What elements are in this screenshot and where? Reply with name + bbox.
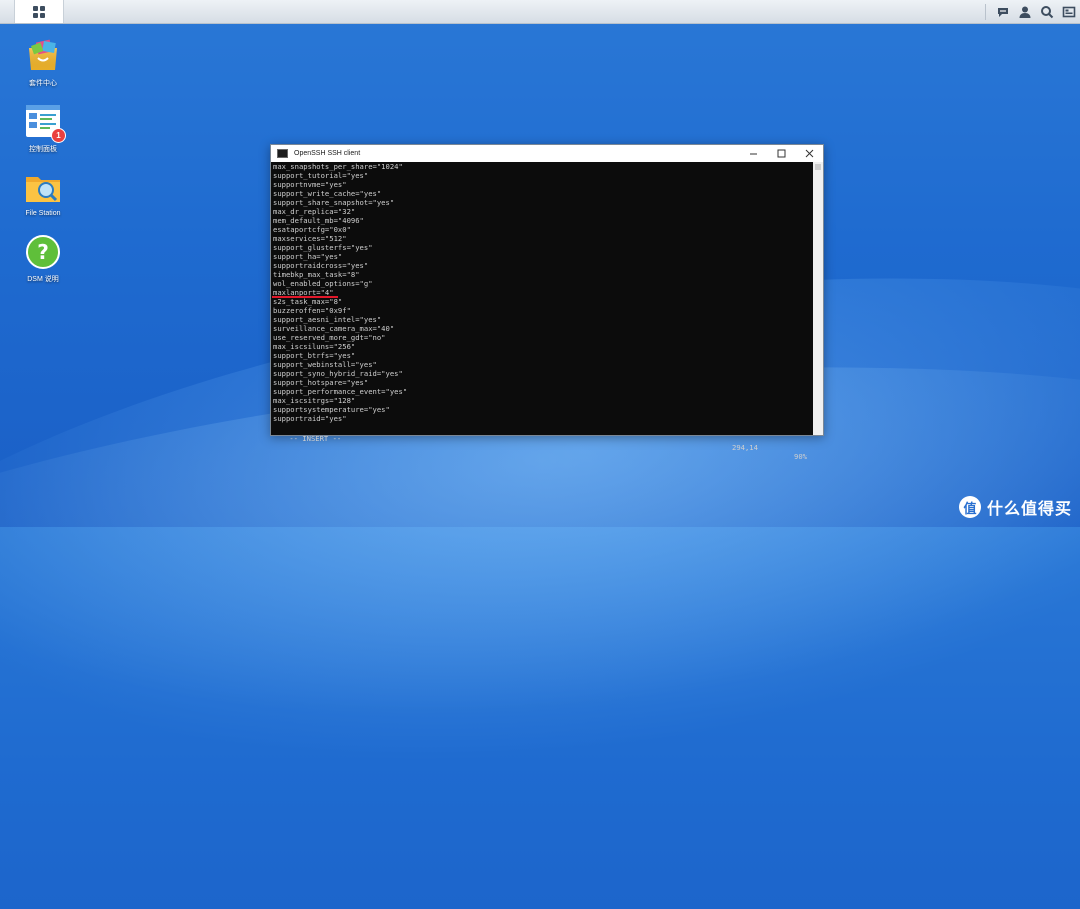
cursor-position: 294,14 [732,443,758,452]
watermark-text: 什么值得买 [986,501,1072,518]
terminal-line: max_dr_replica="32" [273,207,356,216]
terminal-line: use_reserved_more_gdt="no" [273,333,386,342]
desktop-icon-label: File Station [25,210,61,217]
terminal-line: maxservices="512" [273,234,347,243]
terminal-line: max_snapshots_per_share="1024" [273,162,403,171]
divider [985,3,986,20]
terminal-line: support_hotspare="yes" [273,378,369,387]
terminal-line: support_performance_event="yes" [273,387,408,396]
terminal-line: supportraidcross="yes" [273,261,369,270]
vim-mode: -- INSERT -- [289,434,342,443]
terminal-line: support_syno_hybrid_raid="yes" [273,369,403,378]
desktop-icon-file-station[interactable]: File Station [8,170,78,217]
terminal-scrollbar[interactable] [813,162,823,435]
highlight-underline [272,296,338,298]
desktop-icon-package-center[interactable]: 套件中心 [8,38,78,88]
terminal-line: max_iscsitrgs="128" [273,396,356,405]
maximize-icon[interactable] [767,145,795,162]
scroll-percent: 90% [794,452,807,461]
terminal-line: s2s_task_max="8" [273,297,343,306]
terminal-line: support_aesni_intel="yes" [273,315,382,324]
chat-icon[interactable] [992,1,1014,23]
folder-search-icon [25,170,61,206]
control-panel-icon: 1 [25,104,66,143]
window-titlebar[interactable]: OpenSSH SSH client [271,145,823,162]
terminal-line: surveillance_camera_max="40" [273,324,395,333]
search-icon[interactable] [1036,1,1058,23]
desktop-icon-dsm-help[interactable]: ? DSM 说明 [8,234,78,284]
taskbar-tray [979,0,1080,23]
terminal-line: timebkp_max_task="8" [273,270,360,279]
window-title: OpenSSH SSH client [294,150,361,157]
watermark-logo: 值 [958,496,981,518]
terminal-line: support_webinstall="yes" [273,360,377,369]
terminal-line: support_btrfs="yes" [273,351,356,360]
terminal-app-icon [277,149,288,158]
svg-text:?: ? [37,240,49,264]
terminal-line: wol_enabled_options="g" [273,279,373,288]
user-icon[interactable] [1014,1,1036,23]
close-icon[interactable] [795,145,823,162]
terminal-line: maxlanport="4" [273,288,334,297]
main-menu-button[interactable] [14,0,64,23]
watermark: 值 什么值得买 [958,495,1072,519]
terminal-line: esataportcfg="0x0" [273,225,351,234]
widgets-icon[interactable] [1058,1,1080,23]
desktop-icon-label: 控制面板 [29,146,57,153]
package-center-icon [25,38,61,74]
terminal-line: mem_default_mb="4096" [273,216,364,225]
terminal-line: buzzeroffen="0x9f" [273,306,351,315]
vim-status-line: -- INSERT -- 294,14 90% [272,425,813,461]
help-icon: ? [25,234,61,270]
taskbar [0,0,1080,24]
desktop-icon-label: DSM 说明 [27,276,59,283]
terminal-line: supportraid="yes" [273,414,347,423]
terminal-line: supportnvme="yes" [273,180,347,189]
minimize-icon[interactable] [739,145,767,162]
terminal-line: support_write_cache="yes" [273,189,382,198]
desktop-icon-control-panel[interactable]: 1 控制面板 [8,104,78,154]
grid-icon [33,5,45,18]
terminal-line: max_iscsiluns="256" [273,342,356,351]
terminal-line: supportsystemperature="yes" [273,405,390,414]
scrollbar-thumb[interactable] [815,164,821,170]
terminal-line: support_share_snapshot="yes" [273,198,395,207]
notification-badge: 1 [51,128,66,143]
window-controls [739,145,823,162]
terminal-line: support_glusterfs="yes" [273,243,373,252]
desktop-icon-label: 套件中心 [29,80,57,87]
terminal-line: support_ha="yes" [273,252,343,261]
terminal-output[interactable]: max_snapshots_per_share="1024" support_tu… [272,162,813,435]
ssh-terminal-window[interactable]: OpenSSH SSH client max_snapshots_per_sha… [270,144,824,461]
terminal-line: support_tutorial="yes" [273,171,369,180]
